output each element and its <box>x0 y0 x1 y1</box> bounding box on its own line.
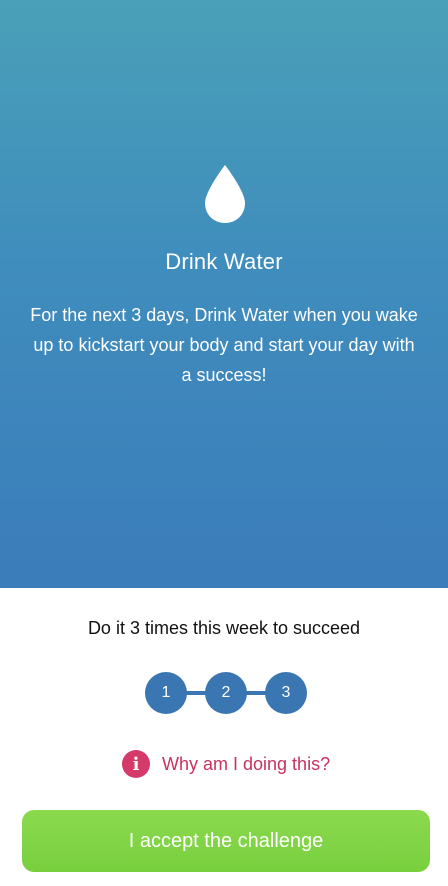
step-1: 1 <box>145 672 187 714</box>
step-connector <box>185 691 207 695</box>
goal-text: Do it 3 times this week to succeed <box>87 618 361 638</box>
challenge-title: Drink Water <box>165 249 283 274</box>
water-drop-icon <box>205 165 245 223</box>
info-icon: i <box>122 750 150 778</box>
why-link[interactable]: i Why am I doing this? <box>122 749 330 779</box>
why-label: Why am I doing this? <box>162 753 331 774</box>
progress-steps: 1 2 3 <box>145 672 307 714</box>
challenge-hero: Drink Water For the next 3 days, Drink W… <box>0 0 448 588</box>
accept-challenge-button[interactable]: I accept the challenge <box>22 810 430 872</box>
step-connector <box>245 691 267 695</box>
step-3: 3 <box>265 672 307 714</box>
step-2: 2 <box>205 672 247 714</box>
challenge-description: For the next 3 days, Drink Water when yo… <box>30 305 418 385</box>
